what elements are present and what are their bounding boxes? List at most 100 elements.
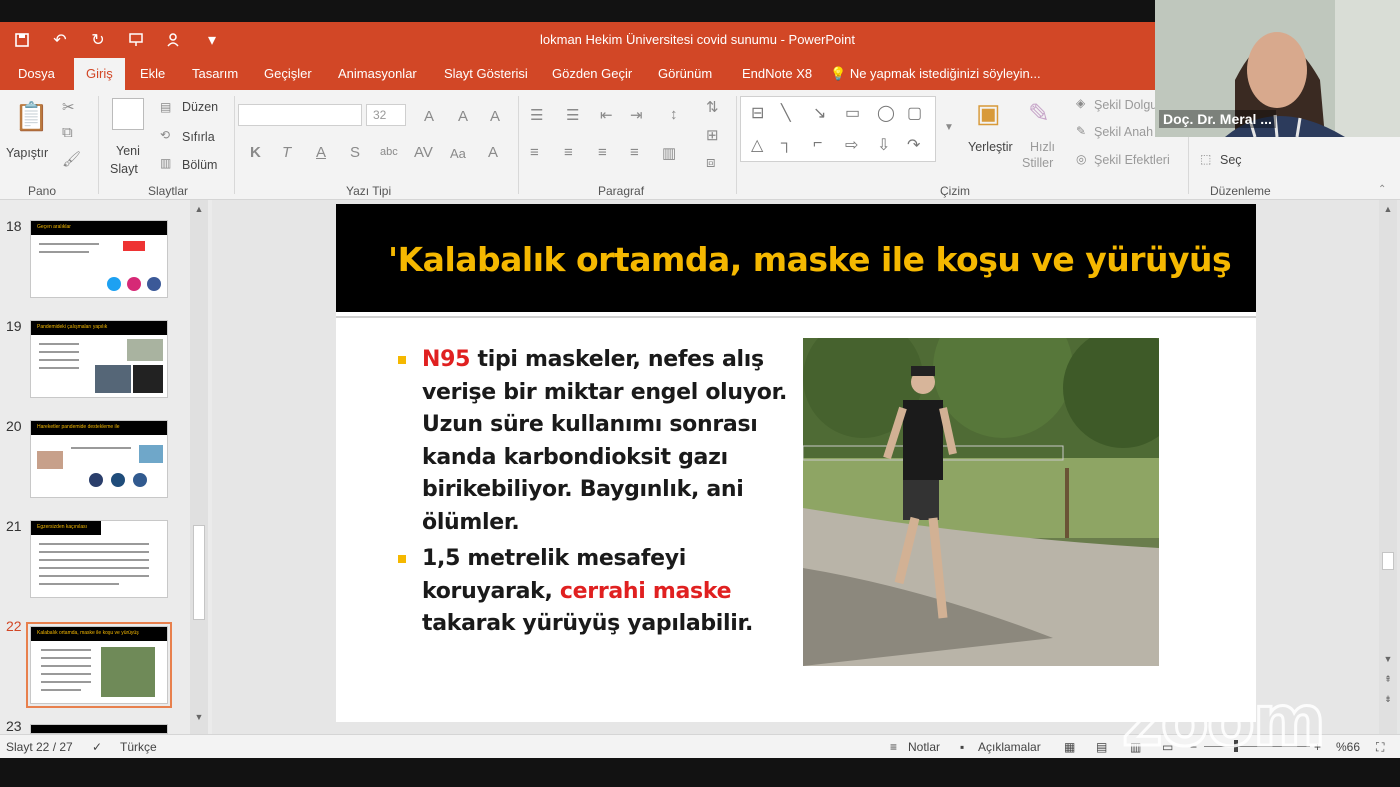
slide-thumbnail-21[interactable]: Egzersizden kaçınılası — [30, 520, 168, 598]
webcam-video[interactable]: Doç. Dr. Meral ... — [1155, 0, 1400, 137]
present-icon[interactable] — [124, 28, 148, 52]
slide-thumbnail-18[interactable]: Geçen aralıklar — [30, 220, 168, 298]
grow-font-icon[interactable]: A — [424, 108, 434, 125]
quick-styles-icon[interactable]: ✎ — [1028, 98, 1050, 129]
oval-shape-icon[interactable]: ◯ — [877, 103, 895, 123]
shape-effects-button[interactable]: Şekil Efektleri — [1094, 153, 1170, 167]
arrange-label[interactable]: Yerleştir — [968, 140, 1013, 154]
right-arrow-shape-icon[interactable]: ⇨ — [845, 135, 858, 155]
reset-button[interactable]: Sıfırla — [182, 130, 215, 144]
slide-title[interactable]: 'Kalabalık ortamda, maske ile koşu ve yü… — [388, 240, 1232, 279]
font-color-icon[interactable]: A — [488, 144, 498, 161]
tab-ekle[interactable]: Ekle — [128, 58, 177, 90]
shape-outline-button[interactable]: Şekil Anah — [1094, 125, 1153, 139]
underline-icon[interactable]: A — [316, 144, 326, 161]
decrease-indent-icon[interactable]: ⇤ — [600, 106, 613, 124]
paste-icon[interactable]: 📋 — [14, 100, 49, 133]
scroll-up-icon[interactable]: ▲ — [1379, 200, 1397, 218]
tab-endnote[interactable]: EndNote X8 — [730, 58, 824, 90]
tab-dosya[interactable]: Dosya — [6, 58, 67, 90]
text-direction-icon[interactable]: ⇅ — [706, 98, 719, 116]
tab-gorunum[interactable]: Görünüm — [646, 58, 724, 90]
align-text-icon[interactable]: ⊞ — [706, 126, 719, 144]
paste-label[interactable]: Yapıştır — [6, 146, 48, 160]
numbering-icon[interactable]: ☰ — [566, 106, 579, 124]
thumbnail-scrollbar[interactable]: ▲ ▼ — [190, 200, 208, 734]
slide-scrollbar[interactable]: ▲ ▼ ⇞ ⇟ — [1379, 200, 1397, 734]
bold-icon[interactable]: K — [250, 144, 261, 161]
layout-button[interactable]: Düzen — [182, 100, 218, 114]
shrink-font-icon[interactable]: A — [458, 108, 468, 125]
customize-qat-icon[interactable]: ▾ — [200, 28, 224, 52]
scrollbar-thumb[interactable] — [1382, 552, 1394, 570]
rectangle-shape-icon[interactable]: ▭ — [845, 103, 860, 123]
format-painter-icon[interactable]: 🖌 — [62, 150, 81, 168]
quick-styles-label[interactable]: Hızlı — [1030, 140, 1055, 154]
copy-icon[interactable]: ⧉ — [62, 124, 73, 141]
previous-slide-icon[interactable]: ⇞ — [1379, 670, 1397, 688]
italic-icon[interactable]: T — [282, 144, 291, 161]
align-left-icon[interactable]: ≡ — [530, 144, 539, 161]
spellcheck-icon[interactable]: ✓ — [92, 740, 102, 754]
down-arrow-shape-icon[interactable]: ⇩ — [877, 135, 890, 155]
align-center-icon[interactable]: ≡ — [564, 144, 573, 161]
collapse-ribbon-icon[interactable]: ⌃ — [1378, 184, 1386, 195]
new-slide-label-2[interactable]: Slayt — [110, 162, 138, 176]
clear-format-icon[interactable]: A — [490, 108, 500, 125]
slide-bullet-list[interactable]: N95 tipi maskeler, nefes alış verişe bir… — [398, 344, 788, 645]
section-button[interactable]: Bölüm — [182, 158, 217, 172]
elbow-arrow-icon[interactable]: ⌐ — [813, 135, 822, 153]
align-right-icon[interactable]: ≡ — [598, 144, 607, 161]
slide-thumbnail-19[interactable]: Pandemideki çalışmaları yapılık — [30, 320, 168, 398]
shape-fill-button[interactable]: Şekil Dolgu — [1094, 98, 1157, 112]
elbow-connector-icon[interactable]: ┐ — [781, 135, 792, 153]
font-family-input[interactable] — [238, 104, 362, 126]
comments-button[interactable]: Açıklamalar — [978, 740, 1041, 754]
save-icon[interactable] — [10, 28, 34, 52]
tab-gozden-gecir[interactable]: Gözden Geçir — [540, 58, 644, 90]
tab-giris[interactable]: Giriş — [74, 58, 125, 90]
runner-photo[interactable] — [803, 338, 1159, 666]
arrange-icon[interactable]: ▣ — [976, 98, 1001, 129]
line-shape-icon[interactable]: ╲ — [781, 103, 791, 123]
scroll-down-icon[interactable]: ▼ — [190, 708, 208, 726]
scroll-up-icon[interactable]: ▲ — [190, 200, 208, 218]
shadow-icon[interactable]: S — [350, 144, 360, 161]
notes-icon[interactable]: ≡ — [890, 740, 897, 754]
zoom-level[interactable]: %66 — [1336, 740, 1360, 754]
language-indicator[interactable]: Türkçe — [120, 740, 157, 754]
line-spacing-icon[interactable]: ↕ — [670, 106, 678, 123]
change-case-icon[interactable]: Aa — [450, 146, 466, 161]
slide-thumbnail-20[interactable]: Hareketler pandemide destekleme ile — [30, 420, 168, 498]
bullets-icon[interactable]: ☰ — [530, 106, 543, 124]
new-slide-icon[interactable] — [112, 98, 144, 130]
triangle-shape-icon[interactable]: △ — [751, 135, 763, 155]
scrollbar-thumb[interactable] — [193, 525, 205, 620]
textbox-shape-icon[interactable]: ⊟ — [751, 103, 764, 123]
font-size-input[interactable]: 32 — [366, 104, 406, 126]
tell-me-box[interactable]: 💡 Ne yapmak istediğinizi söyleyin... — [830, 66, 1041, 82]
tab-gecisler[interactable]: Geçişler — [252, 58, 324, 90]
touch-mode-icon[interactable] — [162, 28, 186, 52]
justify-icon[interactable]: ≡ — [630, 144, 639, 161]
strikethrough-icon[interactable]: abc — [380, 146, 398, 158]
slide-thumbnail-23[interactable] — [30, 724, 168, 734]
shapes-gallery[interactable]: ⊟ ╲ ↘ ▭ ◯ ▢ △ ┐ ⌐ ⇨ ⇩ ↷ — [740, 96, 936, 162]
tab-tasarim[interactable]: Tasarım — [180, 58, 250, 90]
tab-slayt-gosterisi[interactable]: Slayt Gösterisi — [432, 58, 540, 90]
scroll-down-icon[interactable]: ▼ — [1379, 650, 1397, 668]
cut-icon[interactable]: ✂ — [62, 98, 75, 116]
comments-icon[interactable]: ▪ — [960, 740, 964, 754]
slide-sorter-icon[interactable]: ▤ — [1096, 740, 1107, 754]
next-slide-icon[interactable]: ⇟ — [1379, 690, 1397, 708]
rounded-rect-shape-icon[interactable]: ▢ — [907, 103, 922, 123]
curved-arrow-shape-icon[interactable]: ↷ — [907, 135, 920, 155]
undo-icon[interactable]: ↶ — [48, 28, 72, 52]
tab-animasyonlar[interactable]: Animasyonlar — [326, 58, 429, 90]
select-button[interactable]: Seç — [1220, 153, 1242, 167]
smartart-icon[interactable]: ⧈ — [706, 154, 716, 171]
slide-thumbnail-22[interactable]: Kalabalık ortamda, maske ile koşu ve yür… — [26, 622, 172, 708]
redo-icon[interactable]: ↻ — [86, 28, 110, 52]
quick-styles-label-2[interactable]: Stiller — [1022, 156, 1053, 170]
arrow-line-shape-icon[interactable]: ↘ — [813, 103, 826, 123]
